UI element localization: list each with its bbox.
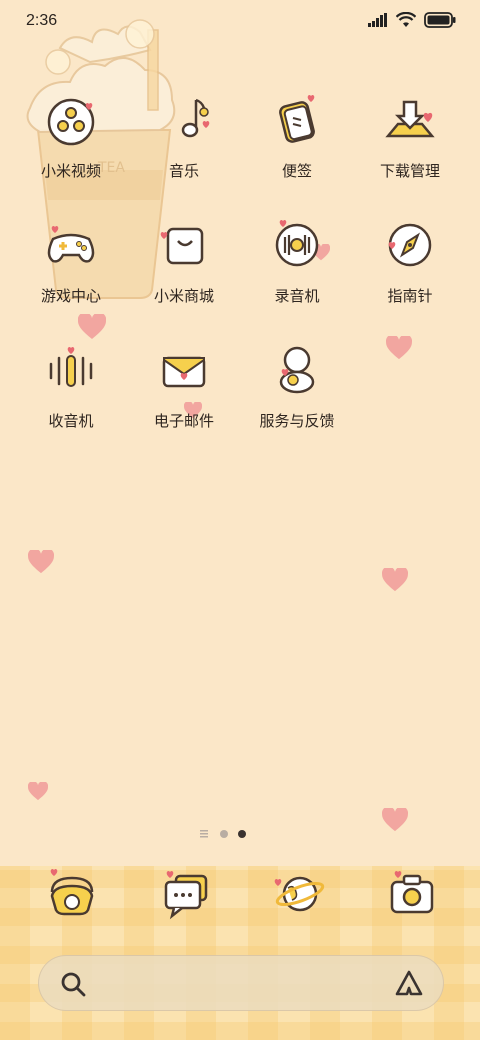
app-label: 音乐	[168, 162, 199, 180]
camera-icon[interactable]	[384, 866, 440, 922]
menu-lines-icon	[200, 830, 208, 838]
email-icon	[162, 356, 206, 388]
app-label: 服务与反馈	[259, 412, 335, 430]
heart-decoration	[386, 336, 412, 360]
video-icon	[47, 98, 95, 146]
music-icon	[181, 98, 210, 138]
messages-icon[interactable]	[158, 866, 214, 922]
app-label: 指南针	[387, 287, 433, 305]
assistant-icon[interactable]	[393, 968, 425, 1000]
battery-icon	[424, 12, 456, 28]
heart-decoration	[28, 782, 48, 801]
app-label: 电子邮件	[153, 412, 214, 430]
app-mi-store[interactable]: 小米商城	[129, 217, 239, 327]
page-indicator[interactable]	[200, 830, 246, 838]
app-recorder[interactable]: 录音机	[242, 217, 352, 327]
app-compass[interactable]: 指南针	[355, 217, 465, 327]
status-time: 2:36	[26, 12, 58, 29]
app-label: 小米视频	[40, 162, 101, 180]
app-music[interactable]: 音乐	[129, 92, 239, 202]
heart-decoration	[28, 550, 54, 574]
app-label: 游戏中心	[40, 287, 101, 305]
signal-icon	[368, 13, 387, 27]
wifi-icon	[396, 12, 416, 27]
app-game-center[interactable]: 游戏中心	[16, 217, 126, 327]
app-label: 小米商城	[153, 287, 214, 305]
gamepad-icon	[47, 225, 95, 263]
compass-icon	[388, 223, 432, 267]
app-label: 便签	[281, 162, 312, 180]
app-mi-video[interactable]: 小米视频	[16, 92, 126, 202]
recorder-icon	[275, 219, 319, 267]
phone-icon[interactable]	[44, 866, 100, 922]
planet-icon[interactable]	[270, 866, 326, 922]
status-icons	[368, 12, 456, 28]
heart-decoration	[382, 568, 408, 592]
search-icon[interactable]	[59, 970, 87, 998]
download-icon	[385, 100, 435, 138]
app-label: 收音机	[48, 412, 94, 430]
app-label: 下载管理	[379, 162, 440, 180]
notes-icon	[279, 94, 315, 143]
app-label: 录音机	[274, 287, 320, 305]
app-email[interactable]: 电子邮件	[129, 342, 239, 452]
app-service-feedback[interactable]: 服务与反馈	[242, 342, 352, 452]
search-bar[interactable]	[38, 955, 444, 1011]
app-radio[interactable]: 收音机	[16, 342, 126, 452]
app-downloads[interactable]: 下载管理	[355, 92, 465, 202]
app-notes[interactable]: 便签	[242, 92, 352, 202]
radio-icon	[49, 346, 93, 387]
status-bar: 2:36	[0, 0, 480, 44]
page-dot-active[interactable]	[238, 830, 246, 838]
heart-decoration	[382, 808, 408, 832]
shopping-bag-icon	[160, 227, 204, 265]
support-icon	[279, 346, 315, 394]
page-dot[interactable]	[220, 830, 228, 838]
